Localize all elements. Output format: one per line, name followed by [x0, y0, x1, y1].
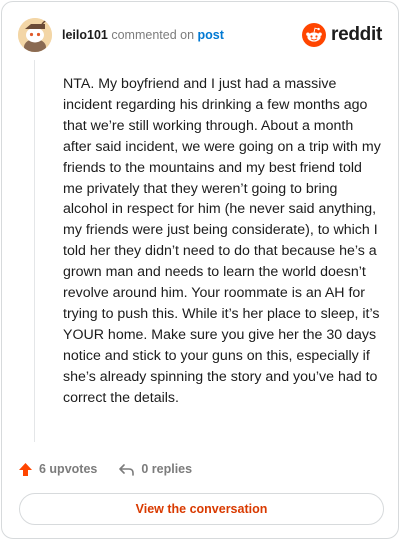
comment-header: leilo101 commented on post reddit [18, 18, 382, 52]
reddit-wordmark: reddit [331, 24, 382, 45]
reddit-snoo-icon [302, 23, 327, 47]
comment-meta: leilo101 commented on post [62, 28, 224, 42]
upvote-count: 6 upvotes [39, 462, 98, 476]
reddit-logo[interactable]: reddit [302, 21, 382, 49]
username-link[interactable]: leilo101 [62, 28, 108, 42]
upvote-arrow-icon [19, 462, 32, 476]
view-conversation-button[interactable]: View the conversation [19, 493, 384, 525]
upvote-button[interactable]: 6 upvotes [18, 462, 97, 477]
post-link[interactable]: post [198, 28, 224, 42]
comment-embed-card: leilo101 commented on post reddit NTA. M… [1, 1, 399, 539]
comment-actions: 6 upvotes 0 replies [18, 459, 192, 479]
reply-arrow-icon [119, 463, 135, 476]
reply-button[interactable]: 0 replies [118, 462, 192, 477]
comment-body: NTA. My boyfriend and I just had a massi… [63, 76, 381, 406]
action-text: commented on [111, 28, 195, 42]
reply-count: 0 replies [141, 462, 193, 476]
snoo-avatar-icon[interactable] [18, 18, 52, 52]
thread-line [34, 60, 35, 442]
